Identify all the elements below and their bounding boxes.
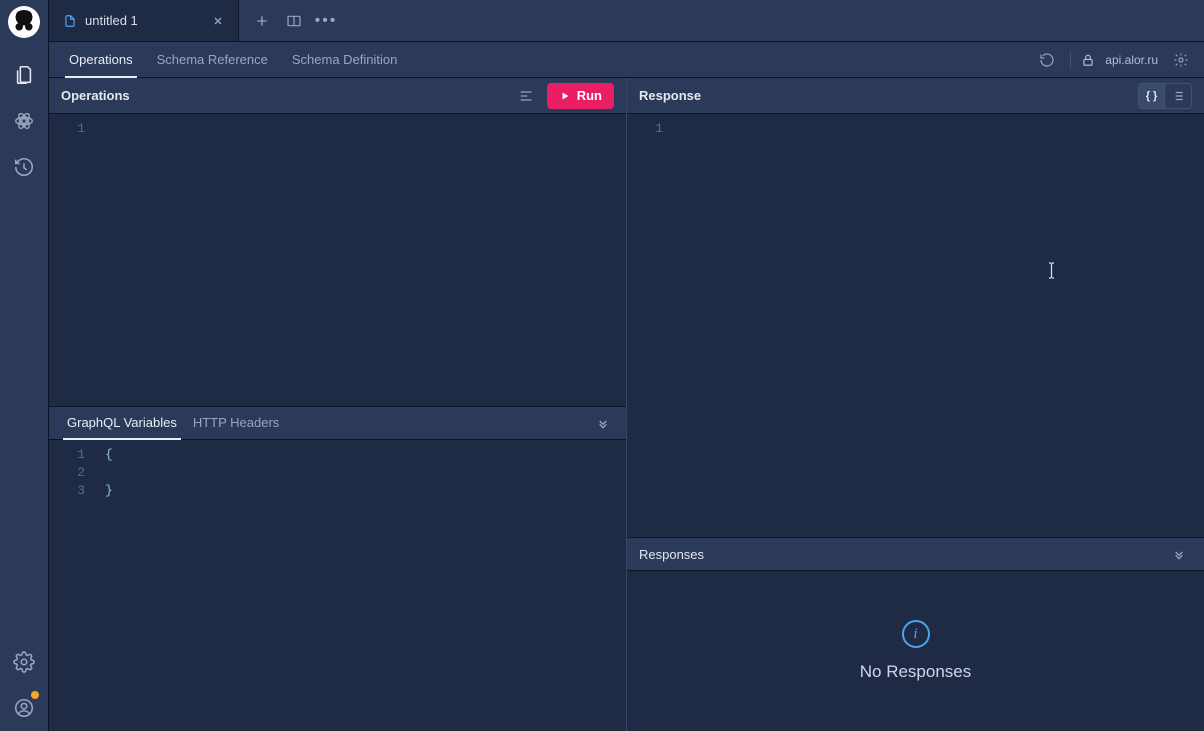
run-label: Run (577, 88, 602, 103)
subtab-operations[interactable]: Operations (59, 42, 143, 78)
gutter: 1 (49, 114, 97, 406)
info-icon: i (902, 620, 930, 648)
responses-empty-state: i No Responses (627, 571, 1204, 731)
tab-strip: untitled 1 ••• (49, 0, 1204, 42)
split-editor-button[interactable] (281, 8, 307, 34)
activity-bar (0, 0, 49, 731)
responses-title: Responses (639, 547, 704, 562)
line-number: 1 (49, 446, 85, 464)
prettify-button[interactable] (513, 83, 539, 109)
response-editor[interactable]: 1 (627, 114, 1204, 537)
variables-panel-tabs: GraphQL Variables HTTP Headers (49, 406, 626, 440)
divider (1070, 51, 1071, 69)
operations-editor[interactable]: 1 (49, 114, 626, 406)
activity-account[interactable] (0, 685, 49, 731)
line-number: 2 (49, 464, 85, 482)
notification-dot-icon (31, 691, 39, 699)
activity-files[interactable] (0, 52, 49, 98)
response-panel-header: Response { } (627, 78, 1204, 114)
workspace-tabs: Operations Schema Reference Schema Defin… (49, 42, 1204, 78)
tab-close-button[interactable] (210, 13, 226, 29)
tab-label: untitled 1 (85, 13, 202, 28)
document-icon (63, 14, 77, 28)
subtab-schema-reference[interactable]: Schema Reference (147, 42, 278, 78)
more-actions-button[interactable]: ••• (313, 8, 339, 34)
activity-history[interactable] (0, 144, 49, 190)
responses-panel-header: Responses (627, 537, 1204, 571)
code-line: } (105, 482, 626, 500)
no-responses-label: No Responses (860, 662, 972, 682)
tab-untitled-1[interactable]: untitled 1 (49, 0, 239, 41)
code-line (105, 464, 626, 482)
line-number: 3 (49, 482, 85, 500)
refetch-schema-button[interactable] (1034, 47, 1060, 73)
operations-panel-header: Operations Run (49, 78, 626, 114)
operations-title: Operations (61, 88, 505, 103)
collapse-responses-button[interactable] (1166, 541, 1192, 567)
subtab-schema-definition[interactable]: Schema Definition (282, 42, 408, 78)
collapse-variables-button[interactable] (590, 410, 616, 436)
run-button[interactable]: Run (547, 83, 614, 109)
code-line: { (105, 446, 626, 464)
response-view-toggle: { } (1138, 83, 1192, 109)
lock-icon (1081, 53, 1095, 67)
main-area: untitled 1 ••• Operations Schema Ref (49, 0, 1204, 731)
braces-icon: { } (1146, 90, 1158, 102)
gutter: 1 (627, 114, 675, 537)
connection-settings-button[interactable] (1168, 47, 1194, 73)
line-number: 1 (49, 120, 85, 138)
endpoint-url[interactable]: api.alor.ru (1105, 53, 1158, 67)
view-json-button[interactable]: { } (1139, 84, 1165, 108)
tab-http-headers[interactable]: HTTP Headers (185, 406, 287, 440)
tab-graphql-variables[interactable]: GraphQL Variables (59, 406, 185, 440)
line-number: 1 (627, 120, 663, 138)
app-logo (8, 6, 40, 38)
activity-settings[interactable] (0, 639, 49, 685)
activity-schema[interactable] (0, 98, 49, 144)
variables-editor[interactable]: 1 2 3 { } (49, 440, 626, 731)
ellipsis-icon: ••• (315, 13, 338, 29)
view-list-button[interactable] (1165, 84, 1191, 108)
new-tab-button[interactable] (249, 8, 275, 34)
gutter: 1 2 3 (49, 440, 97, 731)
response-title: Response (639, 88, 1130, 103)
